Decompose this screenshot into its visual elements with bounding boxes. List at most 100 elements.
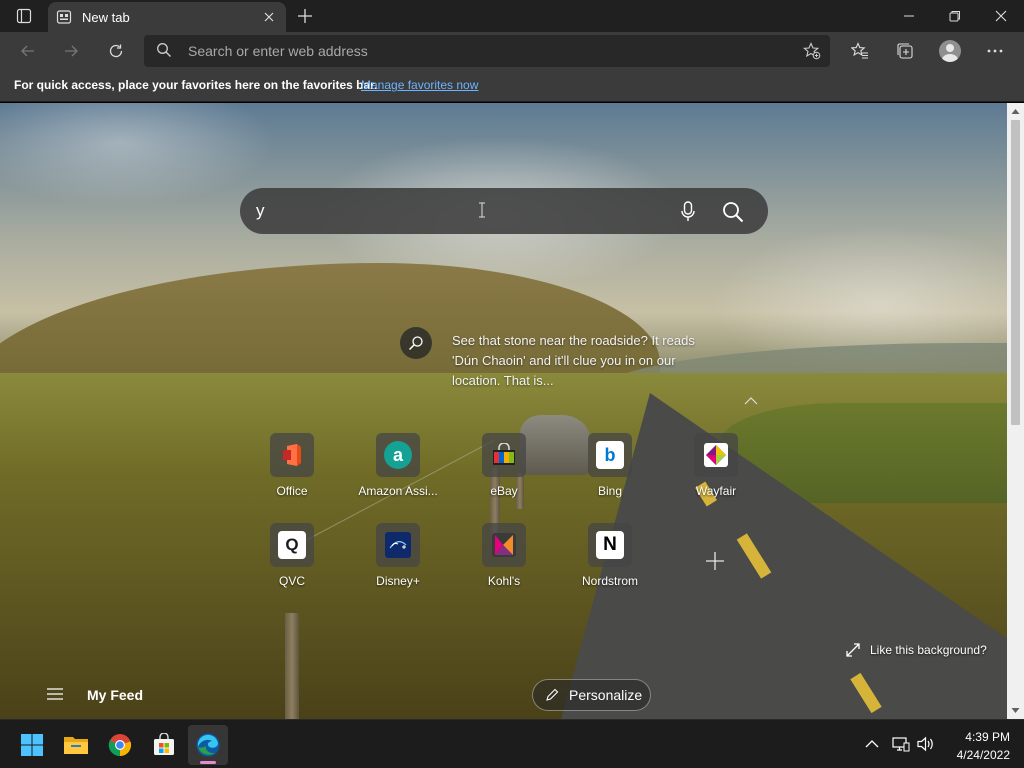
scrollbar-thumb[interactable]: [1011, 120, 1020, 425]
profile-avatar-icon: [939, 40, 961, 62]
quick-link-label: Wayfair: [695, 484, 737, 498]
quick-link-label: Kohl's: [487, 574, 521, 588]
close-window-button[interactable]: [978, 0, 1024, 32]
star-add-icon: [803, 42, 821, 60]
scroll-down-arrow-icon[interactable]: [1011, 706, 1020, 715]
chrome-icon: [108, 734, 132, 757]
magnifier-icon: [408, 336, 423, 351]
voice-search-button[interactable]: [676, 200, 700, 224]
text-cursor-icon: [479, 202, 485, 218]
image-info-text[interactable]: See that stone near the roadside? It rea…: [452, 331, 702, 391]
folder-icon: [64, 737, 88, 754]
image-info-button[interactable]: [400, 327, 432, 359]
quick-link-office[interactable]: Office: [242, 433, 342, 503]
quick-link-label: Amazon Assi...: [358, 484, 438, 498]
quick-link-nordstrom[interactable]: N Nordstrom: [560, 523, 660, 593]
quick-link-label: Nordstrom: [581, 574, 638, 588]
quick-link-disney-plus[interactable]: Disney+: [348, 523, 448, 593]
address-bar[interactable]: Search or enter web address: [144, 35, 830, 67]
amazon-assistant-icon: a: [384, 441, 412, 469]
restore-icon: [949, 11, 960, 22]
favorites-bar: For quick access, place your favorites h…: [0, 70, 1024, 102]
network-button[interactable]: [891, 734, 911, 754]
page-scrollbar[interactable]: [1007, 103, 1024, 719]
my-feed-label[interactable]: My Feed: [87, 687, 143, 703]
show-hidden-icons-button[interactable]: [862, 734, 882, 754]
favorites-icon: [851, 42, 868, 59]
quick-link-label: Office: [276, 484, 308, 498]
speaker-icon: [917, 736, 933, 752]
favorites-button[interactable]: [844, 35, 876, 67]
profile-button[interactable]: [934, 35, 966, 67]
manage-favorites-link[interactable]: Manage favorites now: [361, 78, 478, 92]
wayfair-icon: [704, 443, 728, 467]
clock-date: 4/24/2022: [956, 748, 1010, 762]
search-submit-button[interactable]: [720, 199, 746, 225]
quick-link-label: eBay: [490, 484, 518, 498]
microsoft-store-button[interactable]: [144, 725, 184, 765]
collections-icon: [897, 43, 913, 59]
microsoft-store-icon: [154, 733, 174, 755]
nordstrom-icon: N: [596, 531, 624, 559]
quick-link-ebay[interactable]: eBay: [454, 433, 554, 503]
quick-link-qvc[interactable]: Q QVC: [242, 523, 342, 593]
quick-link-kohls[interactable]: Kohl's: [454, 523, 554, 593]
refresh-button[interactable]: [100, 35, 132, 67]
minimize-button[interactable]: [886, 0, 932, 32]
settings-and-more-button[interactable]: [979, 35, 1011, 67]
chevron-up-icon: [865, 740, 879, 748]
tab-new-tab[interactable]: New tab: [48, 2, 286, 32]
plus-icon: [298, 9, 312, 23]
office-icon: [283, 444, 301, 466]
clock-time: 4:39 PM: [965, 730, 1010, 744]
more-horizontal-icon: [987, 49, 1003, 53]
new-tab-page: y See that stone near the roadside? It r…: [0, 103, 1007, 719]
quick-link-label: QVC: [278, 574, 305, 588]
minimize-icon: [904, 15, 914, 17]
windows-taskbar: 4:39 PM 4/24/2022: [0, 719, 1024, 768]
search-icon: [723, 202, 744, 223]
hamburger-menu-icon[interactable]: [46, 687, 64, 701]
favorites-bar-message: For quick access, place your favorites h…: [14, 78, 378, 92]
tab-actions-icon: [16, 8, 32, 24]
quick-link-amazon-assistant[interactable]: a Amazon Assi...: [348, 433, 448, 503]
volume-button[interactable]: [916, 734, 936, 754]
quick-link-bing[interactable]: b Bing: [560, 433, 660, 503]
disney-plus-icon: [385, 532, 411, 558]
add-to-favorites-button[interactable]: [800, 39, 824, 63]
address-bar-placeholder: Search or enter web address: [188, 43, 368, 59]
tab-close-button[interactable]: [260, 8, 278, 26]
network-icon: [892, 737, 910, 752]
taskbar-clock[interactable]: 4:39 PM 4/24/2022: [940, 728, 1010, 764]
tab-actions-menu-button[interactable]: [8, 4, 40, 28]
file-explorer-button[interactable]: [56, 725, 96, 765]
start-button[interactable]: [12, 725, 52, 765]
edge-button[interactable]: [188, 725, 228, 765]
web-search-box[interactable]: y: [240, 188, 768, 234]
new-tab-button[interactable]: [292, 4, 318, 28]
scroll-up-arrow-icon[interactable]: [1011, 107, 1020, 116]
close-icon: [995, 10, 1007, 22]
microphone-icon: [681, 201, 695, 221]
browser-toolbar: Search or enter web address: [0, 32, 1024, 70]
forward-button[interactable]: [55, 35, 87, 67]
like-background-button[interactable]: Like this background?: [846, 643, 987, 657]
personalize-button[interactable]: Personalize: [532, 679, 651, 711]
quick-link-label: Disney+: [376, 574, 420, 588]
chevron-up-icon[interactable]: [743, 395, 759, 407]
search-input[interactable]: y: [256, 201, 265, 221]
ebay-icon: [493, 443, 515, 465]
new-tab-page-icon: [56, 10, 72, 24]
quick-link-wayfair[interactable]: Wayfair: [666, 433, 766, 503]
bing-icon: b: [596, 441, 624, 469]
expand-icon: [846, 643, 860, 657]
add-quick-link-button[interactable]: [704, 550, 726, 572]
search-icon: [157, 43, 171, 57]
back-button[interactable]: [12, 35, 44, 67]
chrome-button[interactable]: [100, 725, 140, 765]
title-bar: New tab: [0, 0, 1024, 32]
windows-start-icon: [21, 734, 43, 756]
collections-button[interactable]: [889, 35, 921, 67]
restore-button[interactable]: [932, 0, 978, 32]
close-icon: [264, 12, 274, 22]
